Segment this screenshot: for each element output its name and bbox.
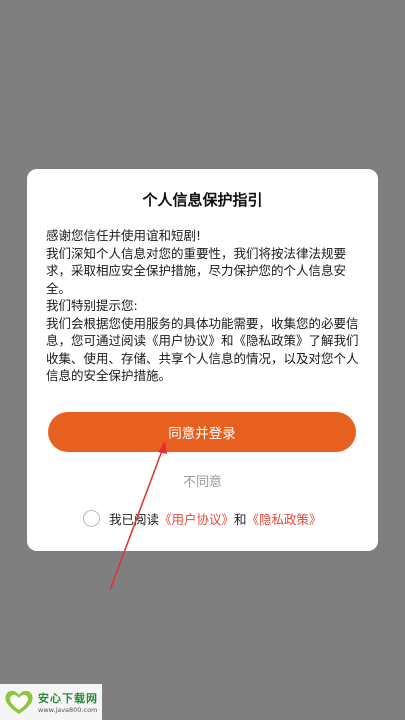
consent-and: 和 — [234, 511, 247, 527]
user-agreement-link[interactable]: 《用户协议》 — [159, 509, 234, 528]
dialog-body: 感谢您信任并使用谊和短剧! 我们深知个人信息对您的重要性，我们将按法律法规要求，… — [46, 227, 362, 385]
watermark-url: www.java800.com — [38, 706, 98, 714]
watermark-logo-icon — [2, 687, 36, 717]
consent-checkbox[interactable] — [83, 509, 100, 527]
body-paragraph: 感谢您信任并使用谊和短剧! — [46, 228, 202, 243]
body-paragraph: 我们深知个人信息对您的重要性，我们将按法律法规要求，采取相应安全保护措施，尽力保… — [46, 245, 347, 296]
agree-and-login-button[interactable]: 同意并登录 — [48, 412, 356, 452]
dialog-title: 个人信息保护指引 — [142, 191, 263, 209]
disagree-button[interactable]: 不同意 — [27, 471, 378, 490]
watermark: 安心下载网 www.java800.com — [0, 684, 102, 720]
body-paragraph: 我们特别提示您: — [46, 298, 138, 313]
privacy-dialog: 个人信息保护指引 感谢您信任并使用谊和短剧! 我们深知个人信息对您的重要性，我们… — [27, 169, 378, 551]
privacy-policy-link[interactable]: 《隐私政策》 — [247, 509, 322, 528]
consent-prefix: 我已阅读 — [109, 511, 160, 527]
body-paragraph: 我们会根据您使用服务的具体功能需要，收集您的必要信息，您可通过阅读《用户协议》和… — [46, 315, 359, 384]
watermark-name: 安心下载网 — [38, 692, 98, 705]
consent-row: 我已阅读 《用户协议》 和 《隐私政策》 — [83, 508, 322, 528]
